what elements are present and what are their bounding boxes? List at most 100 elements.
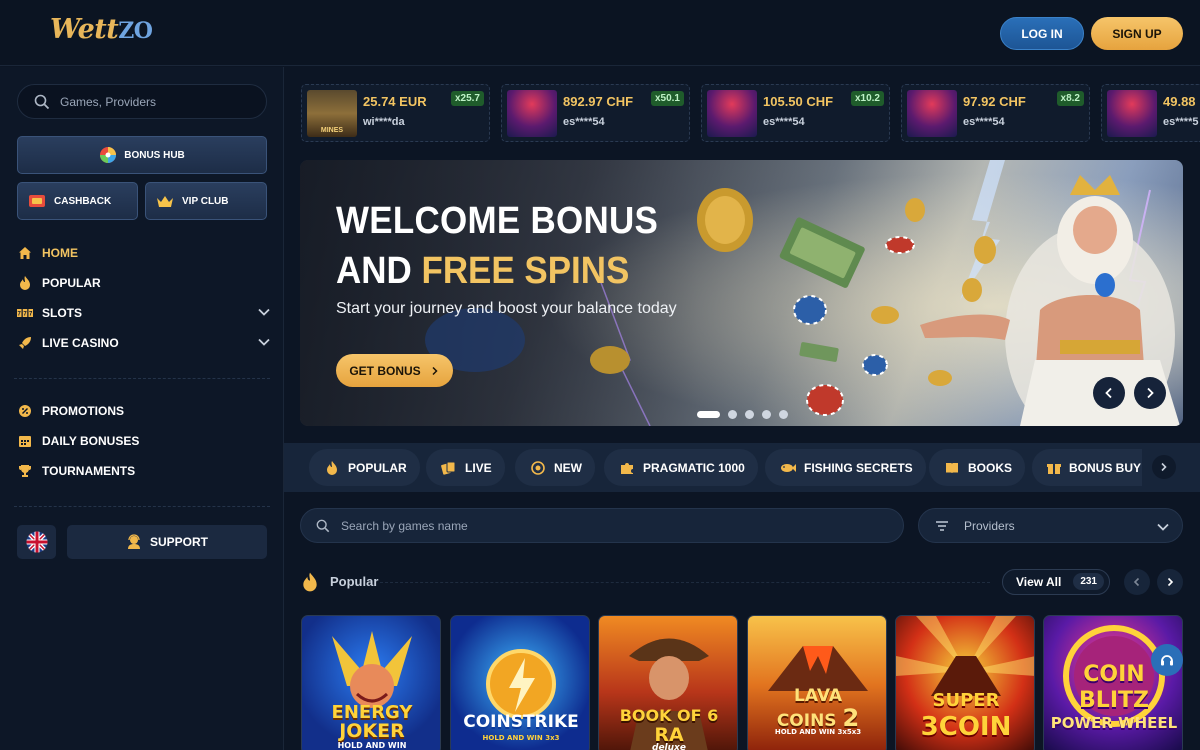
recent-win-card[interactable]: 892.97 CHF es****54 x50.1 xyxy=(501,84,690,142)
game-subtitle: HOLD AND WIN 3x5x3 xyxy=(774,728,862,736)
popular-next-button[interactable] xyxy=(1157,569,1183,595)
slots-icon: 777 xyxy=(17,308,33,318)
support-button[interactable]: SUPPORT xyxy=(67,525,267,559)
sidebar-item-promotions[interactable]: PROMOTIONS xyxy=(17,400,273,422)
win-amount: 49.88 xyxy=(1163,94,1196,109)
game-subtitle: deluxe xyxy=(652,743,686,750)
sidebar-divider xyxy=(14,378,270,379)
bonus-hub-button[interactable]: BONUS HUB xyxy=(17,136,267,174)
pagination-dot[interactable] xyxy=(697,411,720,418)
game-thumbnail xyxy=(907,90,957,137)
game-card[interactable]: COIN BLITZ POWER WHEEL xyxy=(1043,615,1183,750)
recent-win-card[interactable]: MINES 25.74 EUR wi****da x25.7 xyxy=(301,84,490,142)
recent-win-card[interactable]: 105.50 CHF es****54 x10.2 xyxy=(701,84,890,142)
recent-win-card[interactable]: 49.88 es****5 xyxy=(1101,84,1200,142)
recent-win-card[interactable]: 97.92 CHF es****54 x8.2 xyxy=(901,84,1090,142)
popular-prev-button[interactable] xyxy=(1124,569,1150,595)
view-all-button[interactable]: View All 231 xyxy=(1002,569,1110,595)
cashback-button[interactable]: CASHBACK xyxy=(17,182,138,220)
chevron-left-icon xyxy=(1133,577,1140,587)
category-live[interactable]: LIVE xyxy=(426,449,505,486)
section-title: Popular xyxy=(330,574,379,589)
game-thumbnail xyxy=(1107,90,1157,137)
game-card[interactable]: ENERGY JOKER HOLD AND WIN xyxy=(301,615,441,750)
fire-icon xyxy=(303,572,317,592)
live-chat-button[interactable] xyxy=(1151,644,1183,676)
get-bonus-button[interactable]: GET BONUS xyxy=(336,354,453,387)
gift-icon xyxy=(1047,461,1061,475)
hero-title-line2: AND FREE SPINS xyxy=(336,250,630,292)
category-books[interactable]: BOOKS xyxy=(929,449,1026,486)
login-button[interactable]: LOG IN xyxy=(1000,17,1084,50)
sidebar-item-daily-bonuses[interactable]: DAILY BONUSES xyxy=(17,430,273,452)
book-icon xyxy=(944,462,960,474)
games-count-badge: 231 xyxy=(1073,573,1104,590)
games-search-input[interactable]: Search by games name xyxy=(300,508,904,543)
logo[interactable]: WettZO xyxy=(50,14,153,45)
view-all-label: View All xyxy=(1016,575,1062,589)
game-title: 3COIN xyxy=(920,712,1012,742)
sidebar-item-tournaments[interactable]: TOURNAMENTS xyxy=(17,460,273,482)
section-divider xyxy=(380,582,990,583)
chevron-down-icon[interactable] xyxy=(257,335,271,349)
calendar-icon xyxy=(17,434,33,448)
cards-icon xyxy=(441,461,457,475)
category-label: FISHING SECRETS xyxy=(804,460,913,475)
sidebar-item-home[interactable]: HOME xyxy=(17,242,273,264)
games-search-placeholder: Search by games name xyxy=(341,518,468,533)
header: WettZO LOG IN SIGN UP xyxy=(0,0,1200,66)
game-title: STRIKE xyxy=(510,712,579,732)
category-fishing-secrets[interactable]: FISHING SECRETS xyxy=(765,449,926,486)
win-amount: 892.97 CHF xyxy=(563,94,634,109)
sidebar-item-slots[interactable]: 777 SLOTS xyxy=(17,302,273,324)
providers-dropdown[interactable]: Providers xyxy=(918,508,1183,543)
category-next-button[interactable] xyxy=(1152,455,1176,479)
sidebar-item-popular[interactable]: POPULAR xyxy=(17,272,273,294)
vip-club-button[interactable]: VIP CLUB xyxy=(145,182,267,220)
game-card[interactable]: COINSTRIKE HOLD AND WIN 3x3 xyxy=(450,615,590,750)
sidebar-item-label: HOME xyxy=(42,246,78,260)
category-label: NEW xyxy=(554,460,582,475)
chevron-down-icon[interactable] xyxy=(257,305,271,319)
bonus-hub-label: BONUS HUB xyxy=(124,149,185,161)
category-new[interactable]: NEW xyxy=(515,449,595,486)
pagination-dot[interactable] xyxy=(745,410,754,419)
search-placeholder: Games, Providers xyxy=(60,94,157,109)
win-amount: 25.74 EUR xyxy=(363,94,427,109)
category-label: PRAGMATIC 1000 xyxy=(643,460,745,475)
sidebar-search-input[interactable]: Games, Providers xyxy=(17,84,267,119)
vip-club-label: VIP CLUB xyxy=(182,195,229,207)
hero-next-button[interactable] xyxy=(1134,377,1166,409)
language-button[interactable] xyxy=(17,525,56,559)
game-thumbnail xyxy=(507,90,557,137)
chevron-left-icon xyxy=(1105,387,1112,399)
sidebar: Games, Providers BONUS HUB CASHBACK VIP … xyxy=(0,67,284,750)
category-pragmatic-1000[interactable]: PRAGMATIC 1000 xyxy=(604,449,758,486)
category-label: LIVE xyxy=(465,460,492,475)
category-popular[interactable]: POPULAR xyxy=(309,449,420,486)
pagination-dot[interactable] xyxy=(728,410,737,419)
pagination-dot[interactable] xyxy=(762,410,771,419)
pagination-dot[interactable] xyxy=(779,410,788,419)
sidebar-item-live-casino[interactable]: LIVE CASINO xyxy=(17,332,273,354)
category-bonus-buy[interactable]: BONUS BUY xyxy=(1032,449,1142,486)
sidebar-divider xyxy=(14,506,270,507)
sidebar-item-label: DAILY BONUSES xyxy=(42,434,140,448)
game-card[interactable]: LAVA COINS 2 HOLD AND WIN 3x5x3 xyxy=(747,615,887,750)
get-bonus-label: GET BONUS xyxy=(349,363,421,378)
crown-icon xyxy=(157,196,173,207)
signup-button[interactable]: SIGN UP xyxy=(1091,17,1183,50)
hero-subtitle: Start your journey and boost your balanc… xyxy=(336,300,677,317)
win-user: es****54 xyxy=(763,116,805,128)
hero-prev-button[interactable] xyxy=(1093,377,1125,409)
game-thumbnail xyxy=(707,90,757,137)
win-amount: 97.92 CHF xyxy=(963,94,1026,109)
chevron-down-icon xyxy=(1157,523,1169,531)
win-user: wi****da xyxy=(363,116,405,128)
game-thumbnail: MINES xyxy=(307,90,357,137)
home-icon xyxy=(17,246,33,260)
game-card[interactable]: BOOK OF 6 RA deluxe xyxy=(598,615,738,750)
game-card[interactable]: SUPER 3COIN xyxy=(895,615,1035,750)
fire-icon xyxy=(324,460,340,475)
sidebar-item-label: LIVE CASINO xyxy=(42,336,119,350)
